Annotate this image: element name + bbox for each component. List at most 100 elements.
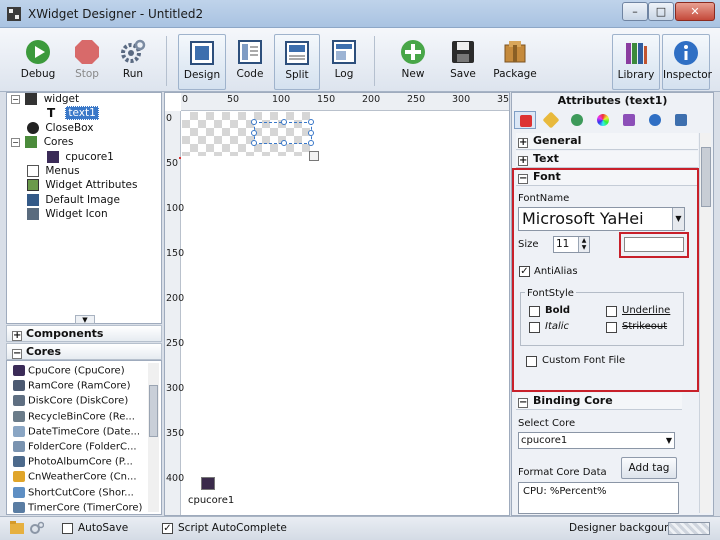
debug-button[interactable]: Debug: [10, 34, 66, 90]
widget-preview[interactable]: [182, 112, 314, 156]
tree-node-text1[interactable]: T text1: [47, 106, 99, 121]
code-button[interactable]: Code: [228, 34, 272, 90]
folder-icon[interactable]: [10, 521, 24, 534]
tree-node-widget-attributes[interactable]: Widget Attributes: [27, 179, 138, 193]
split-button[interactable]: Split: [274, 34, 320, 90]
size-spinbox[interactable]: 11 ▲ ▼: [553, 236, 590, 253]
ruler-tick-label: 350: [497, 94, 510, 105]
category-general[interactable]: + General: [516, 133, 698, 150]
close-button[interactable]: ✕: [675, 2, 715, 21]
add-tag-button[interactable]: Add tag: [621, 457, 677, 479]
format-core-data-input[interactable]: CPU: %Percent%: [518, 482, 679, 514]
resize-handle[interactable]: [308, 119, 314, 125]
format-core-data-label: Format Core Data: [518, 467, 607, 478]
select-core-dropdown[interactable]: cpucore1 ▼: [518, 432, 675, 449]
core-list-item[interactable]: TimerCore (TimerCore): [13, 501, 142, 514]
core-list-item[interactable]: CpuCore (CpuCore): [13, 365, 125, 379]
core-list-item[interactable]: FolderCore (FolderC...: [13, 441, 137, 455]
tree-node-cpucore1[interactable]: cpucore1: [47, 151, 114, 165]
widget-resize-grip[interactable]: [309, 151, 319, 161]
run-button[interactable]: Run: [112, 34, 154, 90]
tree-node-widget[interactable]: − widget: [11, 93, 79, 107]
tab-effects[interactable]: [670, 111, 692, 129]
minimize-button[interactable]: –: [622, 2, 648, 21]
ruler-tick-label: 150: [166, 248, 185, 259]
tab-colors[interactable]: [592, 111, 614, 129]
resize-handle[interactable]: [308, 140, 314, 146]
font-color-picker[interactable]: [624, 237, 684, 252]
library-button[interactable]: Library: [612, 34, 660, 90]
design-button[interactable]: Design: [178, 34, 226, 90]
tab-settings[interactable]: [644, 111, 666, 129]
resize-handle[interactable]: [251, 130, 257, 136]
inspector-button[interactable]: Inspector: [662, 34, 712, 90]
tree-node-cores[interactable]: − Cores: [11, 136, 73, 150]
tree-node-menus[interactable]: Menus: [27, 165, 80, 179]
autosave-checkbox[interactable]: [62, 523, 73, 534]
ruler-icon: [542, 111, 560, 129]
tab-shapes[interactable]: [566, 111, 588, 129]
tree-node-widget-icon[interactable]: Widget Icon: [27, 208, 108, 222]
core-label: CpuCore (CpuCore): [28, 365, 125, 377]
core-list-item[interactable]: RamCore (RamCore): [13, 380, 130, 394]
bold-checkbox[interactable]: [529, 306, 540, 317]
tree-node-default-image[interactable]: Default Image: [27, 194, 120, 208]
tab-ruler[interactable]: [540, 111, 562, 129]
resize-handle[interactable]: [251, 119, 257, 125]
attributes-title: Attributes (text1): [557, 94, 668, 107]
scrollbar-thumb[interactable]: [701, 147, 711, 207]
core-list-item[interactable]: DateTimeCore (Date...: [13, 425, 140, 440]
spin-arrows-icon[interactable]: ▲ ▼: [578, 237, 589, 252]
cores-scrollbar[interactable]: [148, 363, 159, 512]
cores-label: Cores: [26, 345, 62, 358]
collapse-icon[interactable]: −: [11, 137, 20, 147]
split-icon: [285, 41, 309, 65]
selection-box-text1[interactable]: [251, 119, 314, 146]
attributes-icon: [27, 179, 39, 191]
resize-handle[interactable]: [308, 130, 314, 136]
core-list-item[interactable]: ShortCutCore (Shor...: [13, 486, 134, 501]
collapse-icon[interactable]: −: [11, 94, 20, 104]
maximize-button[interactable]: □: [648, 2, 674, 21]
strikeout-checkbox[interactable]: [606, 322, 617, 333]
script-autocomplete-checkbox[interactable]: ✓: [162, 523, 173, 534]
tab-properties[interactable]: [514, 111, 536, 129]
core-icon: [13, 425, 25, 437]
core-icon: [13, 395, 25, 407]
dropdown-arrow-icon[interactable]: ▼: [672, 208, 684, 230]
components-header[interactable]: + Components: [6, 325, 162, 342]
design-canvas[interactable]: 0 50 100 150 200 250 300 350 0 50 100 150 200 250 300…: [164, 92, 510, 516]
ruler-horizontal: 0 50 100 150 200 250 300 350: [181, 93, 510, 111]
tab-3d[interactable]: [618, 111, 640, 129]
stop-button[interactable]: Stop: [66, 34, 108, 90]
new-button[interactable]: New: [390, 34, 436, 90]
tree-scroll-down-button[interactable]: ▼: [75, 315, 95, 324]
scrollbar-thumb[interactable]: [149, 385, 158, 437]
custom-font-file-checkbox[interactable]: [526, 356, 537, 367]
designer-background-swatch[interactable]: [668, 522, 710, 535]
attributes-scrollbar[interactable]: [699, 133, 711, 513]
resize-handle[interactable]: [251, 140, 257, 146]
antialias-checkbox[interactable]: ✓: [519, 266, 530, 277]
fontname-select[interactable]: Microsoft YaHei ▼: [518, 207, 685, 231]
core-list-item[interactable]: PhotoAlbumCore (P...: [13, 456, 133, 470]
core-list-item[interactable]: DiskCore (DiskCore): [13, 395, 128, 409]
resize-handle[interactable]: [281, 119, 287, 125]
cores-header[interactable]: − Cores: [6, 343, 162, 360]
underline-checkbox[interactable]: [606, 306, 617, 317]
save-button[interactable]: Save: [440, 34, 486, 90]
ruler-tick-label: 0: [166, 113, 173, 124]
package-button[interactable]: Package: [490, 34, 540, 90]
core-list-item[interactable]: RecycleBinCore (Re...: [13, 410, 135, 425]
core-label: RamCore (RamCore): [28, 380, 131, 392]
settings-gears-icon[interactable]: [30, 521, 44, 534]
category-text[interactable]: + Text: [516, 151, 698, 168]
tree-node-closebox[interactable]: CloseBox: [27, 122, 93, 136]
cpucore-icon[interactable]: [201, 477, 215, 490]
log-button[interactable]: Log: [322, 34, 366, 90]
dropdown-arrow-icon[interactable]: ▼: [666, 433, 672, 448]
resize-handle[interactable]: [281, 140, 287, 146]
category-binding-core[interactable]: − Binding Core: [516, 393, 682, 410]
core-list-item[interactable]: CnWeatherCore (Cn...: [13, 471, 137, 485]
italic-checkbox[interactable]: [529, 322, 540, 333]
